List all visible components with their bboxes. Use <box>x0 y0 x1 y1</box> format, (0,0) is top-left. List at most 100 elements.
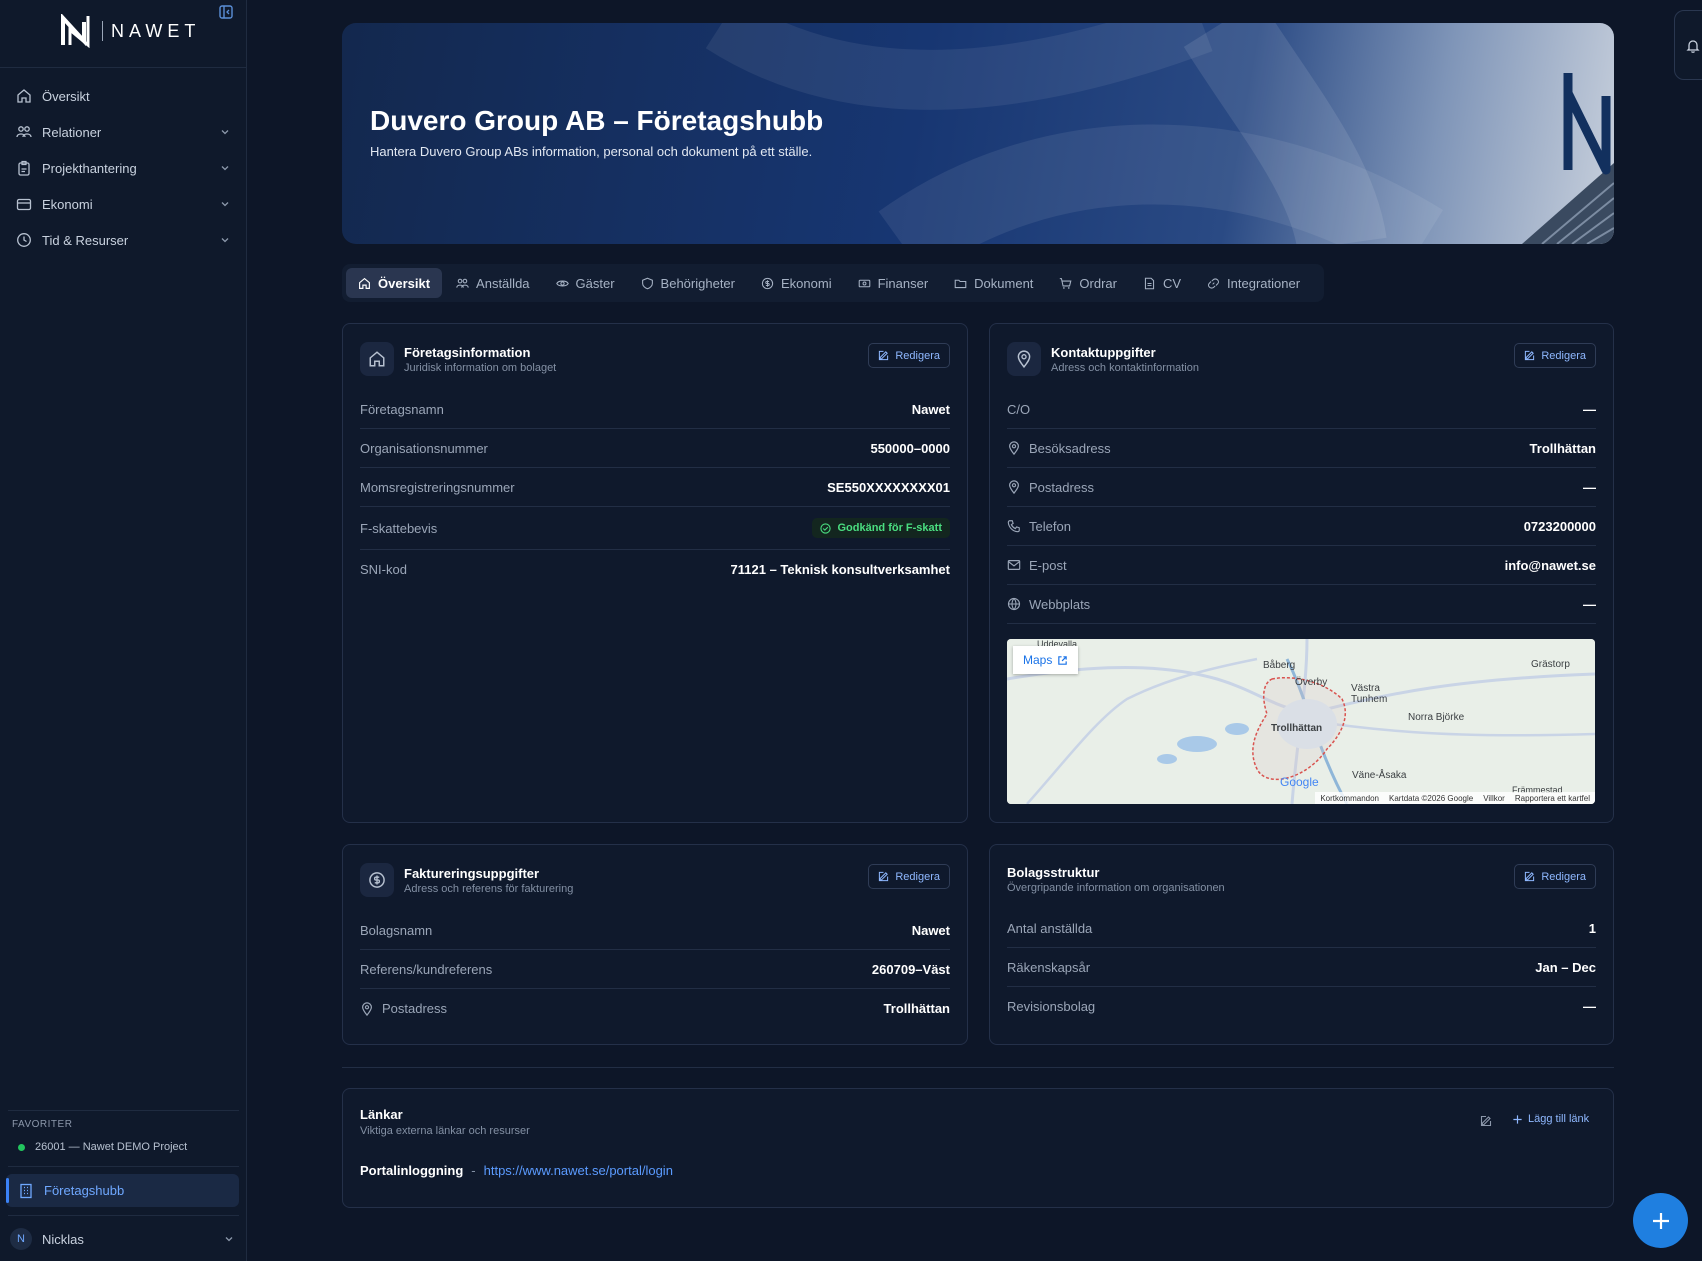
contact-row-besoksadress: Besöksadress Trollhättan <box>1007 429 1596 468</box>
notifications-button[interactable] <box>1674 10 1702 80</box>
info-row-f-skattebevis: F-skattebevis Godkänd för F-skatt <box>360 507 950 550</box>
card-header: Bolagsstruktur Övergripande information … <box>1007 865 1225 894</box>
map-terms-link[interactable]: Villkor <box>1483 794 1505 803</box>
home-icon <box>359 277 370 289</box>
row-value: Nawet <box>911 922 950 938</box>
sidebar-item-relationer[interactable]: Relationer <box>0 114 247 150</box>
card-subtitle: Övergripande information om organisation… <box>1007 882 1225 894</box>
edit-contact-button[interactable]: Redigera <box>1514 343 1596 368</box>
map-label: Norra Björke <box>1408 712 1465 723</box>
home-icon <box>17 89 31 103</box>
tab-behorigheter[interactable]: Behörigheter <box>629 268 747 298</box>
tab-label: Översikt <box>378 275 431 291</box>
contact-row-webbplats: Webbplats — <box>1007 585 1596 624</box>
create-new-button[interactable] <box>1633 1193 1688 1248</box>
link-url[interactable]: https://www.nawet.se/portal/login <box>484 1163 673 1178</box>
sidebar-collapse-icon[interactable] <box>218 4 234 20</box>
row-label-wrap: Postadress <box>1007 480 1094 495</box>
tab-label: Ordrar <box>1079 275 1117 291</box>
tab-anstallda[interactable]: Anställda <box>444 268 541 298</box>
location-map[interactable]: Uddevalla Båberg Överby Västra Tunhem No… <box>1007 639 1595 804</box>
row-value: 260709–Väst <box>871 961 950 977</box>
edit-links-icon[interactable] <box>1480 1115 1492 1127</box>
row-value: 550000–0000 <box>870 440 950 456</box>
tab-oversikt[interactable]: Översikt <box>346 268 443 298</box>
open-maps-button[interactable]: Maps <box>1013 646 1079 674</box>
card-icon-box <box>360 863 394 897</box>
sidebar-item-label: Relationer <box>42 124 102 140</box>
globe-icon <box>1007 597 1021 611</box>
tab-finanser[interactable]: Finanser <box>846 268 941 298</box>
row-label-wrap: Telefon <box>1007 519 1071 534</box>
google-logo: Google <box>1280 775 1319 789</box>
map-label: Trollhättan <box>1271 723 1323 734</box>
row-label: C/O <box>1007 401 1031 417</box>
map-report-link[interactable]: Rapportera ett kartfel <box>1515 794 1590 803</box>
sidebar-item-oversikt[interactable]: Översikt <box>0 78 247 114</box>
row-label: Bolagsnamn <box>360 922 433 938</box>
pin-icon <box>1017 350 1031 368</box>
row-label: F-skattebevis <box>360 520 438 536</box>
page-title: Duvero Group AB – Företagshubb <box>370 105 824 136</box>
hub-tabs: Översikt Anställda Gäster Behörigheter E… <box>342 264 1324 302</box>
edit-label: Redigera <box>895 870 940 883</box>
row-value: Nawet <box>911 401 950 417</box>
user-menu[interactable]: N Nicklas <box>10 1228 235 1250</box>
card-header: Kontaktuppgifter Adress och kontaktinfor… <box>1007 342 1199 376</box>
tab-label: Dokument <box>974 275 1034 291</box>
tab-ekonomi[interactable]: Ekonomi <box>749 268 844 298</box>
row-label: E-post <box>1029 557 1067 573</box>
tab-gaster[interactable]: Gäster <box>544 268 627 298</box>
users-icon <box>16 126 32 138</box>
sidebar-nav: Översikt Relationer Projekthantering Eko… <box>0 78 247 258</box>
row-label: Referens/kundreferens <box>360 961 493 977</box>
folder-icon <box>954 279 967 288</box>
add-link-button[interactable]: Lägg till länk <box>1512 1113 1589 1125</box>
wallet-icon <box>16 198 32 211</box>
edit-structure-button[interactable]: Redigera <box>1514 864 1596 889</box>
company-info-rows: Företagsnamn Nawet Organisationsnummer 5… <box>360 390 950 589</box>
sidebar-item-label: Projekthantering <box>42 160 137 176</box>
banknote-icon <box>858 279 870 287</box>
plus-icon <box>1652 1212 1669 1229</box>
tab-cv[interactable]: CV <box>1131 268 1193 298</box>
row-label: Räkenskapsår <box>1007 959 1091 975</box>
sidebar-item-label: Översikt <box>42 88 90 104</box>
check-circle-icon <box>820 522 832 534</box>
brand-logo[interactable]: NAWET <box>60 14 200 48</box>
contact-row-telefon: Telefon 0723200000 <box>1007 507 1596 546</box>
sidebar-item-label: Företagshubb <box>44 1183 125 1198</box>
tab-dokument[interactable]: Dokument <box>942 268 1045 298</box>
logo-mark-icon <box>61 14 90 48</box>
sidebar-item-label: Tid & Resurser <box>42 232 129 248</box>
sidebar-item-foretagshubb[interactable]: Företagshubb <box>6 1174 239 1207</box>
chevron-down-icon <box>221 202 229 207</box>
sidebar-divider <box>0 67 247 68</box>
pin-icon <box>1009 441 1019 455</box>
sidebar-item-tid-resurser[interactable]: Tid & Resurser <box>0 222 247 258</box>
edit-billing-button[interactable]: Redigera <box>868 864 950 889</box>
dollar-icon <box>369 872 385 888</box>
structure-rows: Antal anställda 1 Räkenskapsår Jan – Dec… <box>1007 909 1596 1026</box>
favorite-label: 26001 — Nawet DEMO Project <box>35 1141 188 1153</box>
sidebar: NAWET Översikt Relationer Projekthanteri… <box>0 0 247 1261</box>
tab-label: Ekonomi <box>781 275 832 291</box>
shield-icon <box>641 277 653 289</box>
sidebar-item-projekthantering[interactable]: Projekthantering <box>0 150 247 186</box>
billing-card: Faktureringsuppgifter Adress och referen… <box>342 844 968 1045</box>
row-label: Organisationsnummer <box>360 440 488 456</box>
tab-integrationer[interactable]: Integrationer <box>1195 268 1312 298</box>
tab-ordrar[interactable]: Ordrar <box>1047 268 1129 298</box>
map-shortcuts-link[interactable]: Kortkommandon <box>1320 794 1379 803</box>
map-label: Båberg <box>1263 660 1296 671</box>
plus-icon <box>1513 1114 1522 1124</box>
row-value: Trollhättan <box>1529 440 1596 456</box>
favorite-item[interactable]: 26001 — Nawet DEMO Project <box>18 1141 187 1153</box>
badge-label: Godkänd för F-skatt <box>837 522 942 534</box>
mail-icon <box>1007 560 1021 570</box>
sidebar-item-ekonomi[interactable]: Ekonomi <box>0 186 247 222</box>
add-link-label: Lägg till länk <box>1528 1113 1590 1125</box>
row-label: SNI-kod <box>360 562 407 577</box>
edit-company-info-button[interactable]: Redigera <box>868 343 950 368</box>
card-subtitle: Adress och referens för fakturering <box>404 882 574 895</box>
